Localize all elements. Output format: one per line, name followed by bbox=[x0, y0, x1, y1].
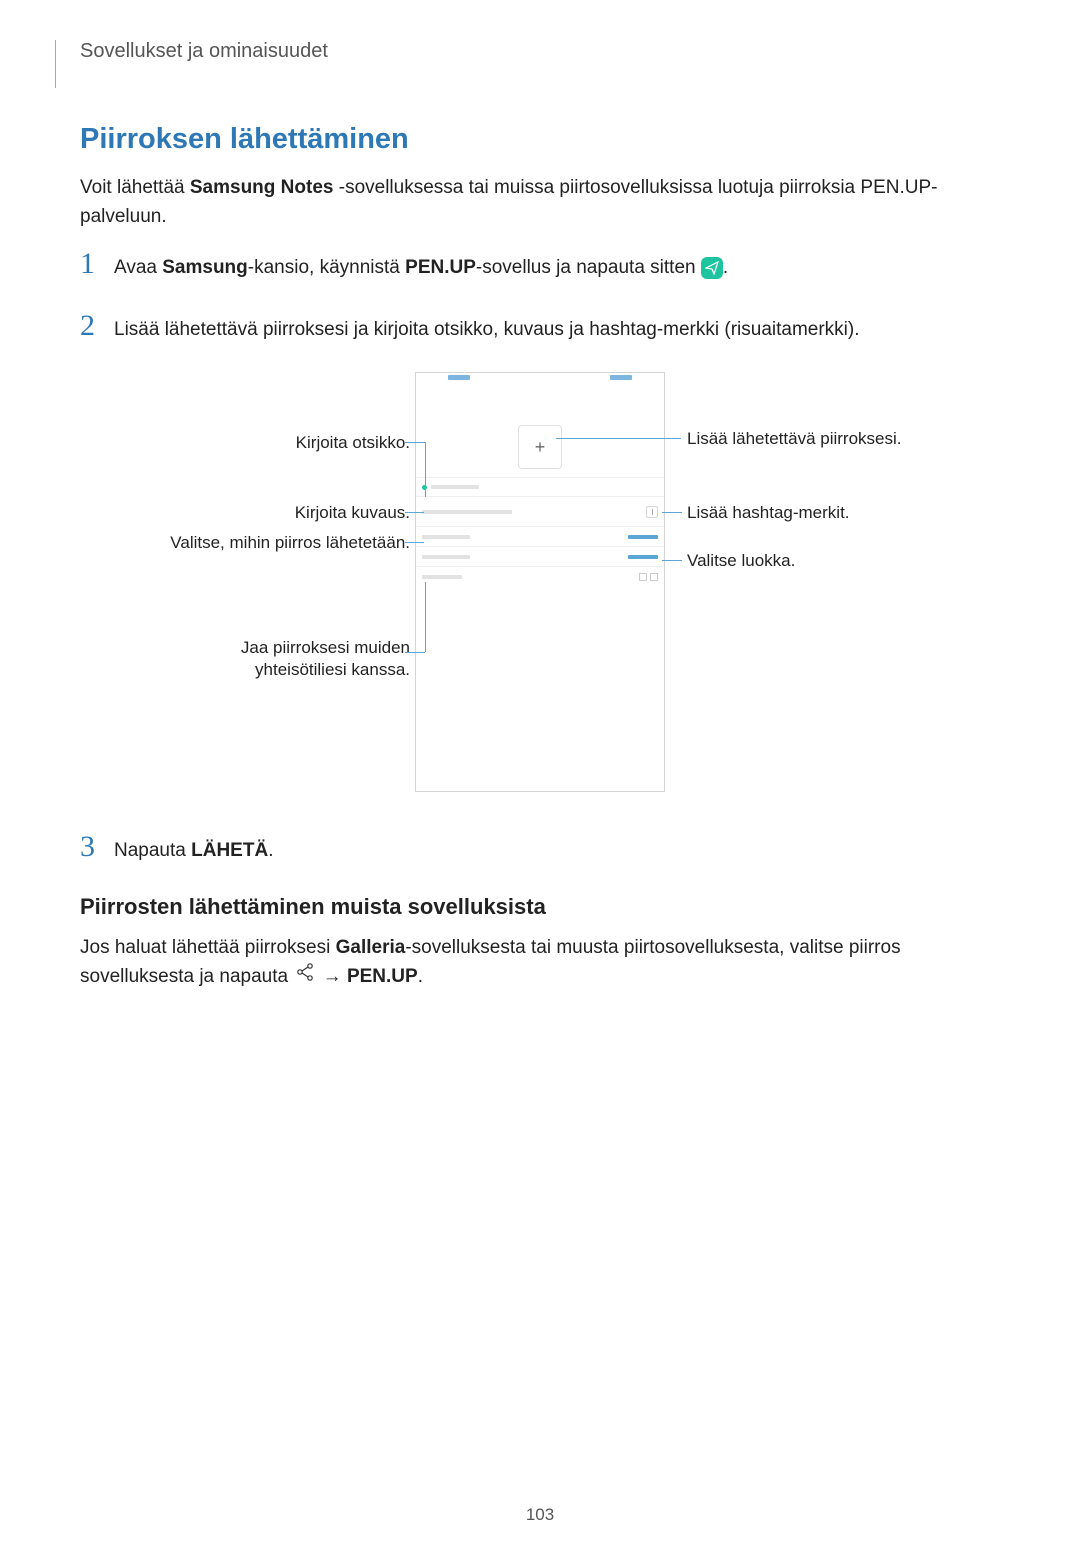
t: Napauta bbox=[114, 840, 191, 861]
t-bold: LÄHETÄ bbox=[191, 840, 268, 861]
header-tab bbox=[448, 375, 470, 380]
callout-line bbox=[556, 438, 681, 439]
placeholder-bar bbox=[422, 510, 512, 514]
header-tab bbox=[610, 375, 632, 380]
placeholder-bar bbox=[422, 575, 462, 579]
callout-line bbox=[405, 442, 425, 443]
collection-link[interactable] bbox=[628, 535, 658, 539]
step-number: 2 bbox=[80, 311, 114, 341]
callout-line bbox=[662, 512, 682, 513]
t-bold: PEN.UP bbox=[405, 257, 476, 278]
callout-line bbox=[662, 560, 682, 561]
figure-penup-post: + bbox=[80, 372, 1000, 802]
callout-line bbox=[405, 512, 424, 513]
t: . bbox=[723, 257, 728, 278]
page-number: 103 bbox=[526, 1505, 554, 1525]
description-field[interactable] bbox=[416, 497, 664, 527]
placeholder-bar bbox=[422, 535, 470, 539]
callout-line bbox=[405, 542, 424, 543]
t: yhteisötiliesi kanssa. bbox=[255, 660, 410, 679]
placeholder-bar bbox=[431, 485, 479, 489]
callout-desc-label: Kirjoita kuvaus. bbox=[150, 502, 410, 524]
hashtag-chip[interactable] bbox=[646, 506, 658, 518]
step-1: 1 Avaa Samsung-kansio, käynnistä PEN.UP-… bbox=[80, 249, 1000, 283]
callout-line bbox=[425, 442, 426, 497]
t: . bbox=[268, 840, 273, 861]
step-number: 1 bbox=[80, 249, 114, 279]
callout-hashtag-label: Lisää hashtag-merkit. bbox=[687, 502, 850, 524]
add-drawing-button[interactable]: + bbox=[518, 425, 562, 469]
callout-line bbox=[405, 652, 425, 653]
step-3-content: Napauta LÄHETÄ. bbox=[114, 837, 273, 866]
send-icon bbox=[701, 257, 723, 279]
category-row[interactable] bbox=[416, 547, 664, 567]
collection-row[interactable] bbox=[416, 527, 664, 547]
t: -kansio, käynnistä bbox=[248, 257, 405, 278]
callout-title-label: Kirjoita otsikko. bbox=[150, 432, 410, 454]
category-link[interactable] bbox=[628, 555, 658, 559]
intro-text-a: Voit lähettää bbox=[80, 177, 190, 198]
t-bold: PEN.UP bbox=[347, 966, 418, 987]
t: Jos haluat lähettää piirroksesi bbox=[80, 937, 336, 958]
plus-icon: + bbox=[535, 437, 546, 458]
callout-share-label: Jaa piirroksesi muiden yhteisötiliesi ka… bbox=[140, 637, 410, 681]
callout-line bbox=[425, 582, 426, 652]
community-icon[interactable] bbox=[650, 573, 658, 581]
t-bold: Galleria bbox=[336, 937, 406, 958]
title-field[interactable] bbox=[416, 477, 664, 497]
intro-paragraph: Voit lähettää Samsung Notes -sovellukses… bbox=[80, 174, 1000, 231]
t: → bbox=[317, 966, 347, 987]
step-2-content: Lisää lähetettävä piirroksesi ja kirjoit… bbox=[114, 316, 860, 345]
paragraph-other-apps: Jos haluat lähettää piirroksesi Galleria… bbox=[80, 934, 1000, 992]
step-list: 1 Avaa Samsung-kansio, käynnistä PEN.UP-… bbox=[80, 249, 1000, 344]
share-row bbox=[416, 567, 664, 587]
step-list-continued: 3 Napauta LÄHETÄ. bbox=[80, 832, 1000, 866]
callout-dest-label: Valitse, mihin piirros lähetetään. bbox=[90, 532, 410, 554]
t: Avaa bbox=[114, 257, 162, 278]
section-title: Piirroksen lähettäminen bbox=[80, 123, 1000, 156]
subheading: Piirrosten lähettäminen muista sovelluks… bbox=[80, 894, 1000, 920]
placeholder-bar bbox=[422, 555, 470, 559]
facebook-icon[interactable] bbox=[639, 573, 647, 581]
step-1-content: Avaa Samsung-kansio, käynnistä PEN.UP-so… bbox=[114, 254, 728, 283]
callout-add-label: Lisää lähetettävä piirroksesi. bbox=[687, 428, 902, 450]
callout-category-label: Valitse luokka. bbox=[687, 550, 795, 572]
phone-mockup: + bbox=[415, 372, 665, 792]
chapter-title: Sovellukset ja ominaisuudet bbox=[80, 40, 1000, 63]
page-content: Sovellukset ja ominaisuudet Piirroksen l… bbox=[0, 40, 1080, 992]
page-side-rule bbox=[55, 40, 56, 88]
t: . bbox=[418, 966, 423, 987]
step-2: 2 Lisää lähetettävä piirroksesi ja kirjo… bbox=[80, 311, 1000, 345]
t: Jaa piirroksesi muiden bbox=[241, 638, 410, 657]
step-3: 3 Napauta LÄHETÄ. bbox=[80, 832, 1000, 866]
t-bold: Samsung bbox=[162, 257, 248, 278]
share-icon bbox=[295, 962, 315, 992]
step-number: 3 bbox=[80, 832, 114, 862]
t: -sovellus ja napauta sitten bbox=[476, 257, 701, 278]
phone-header bbox=[416, 373, 664, 391]
intro-bold: Samsung Notes bbox=[190, 177, 334, 198]
